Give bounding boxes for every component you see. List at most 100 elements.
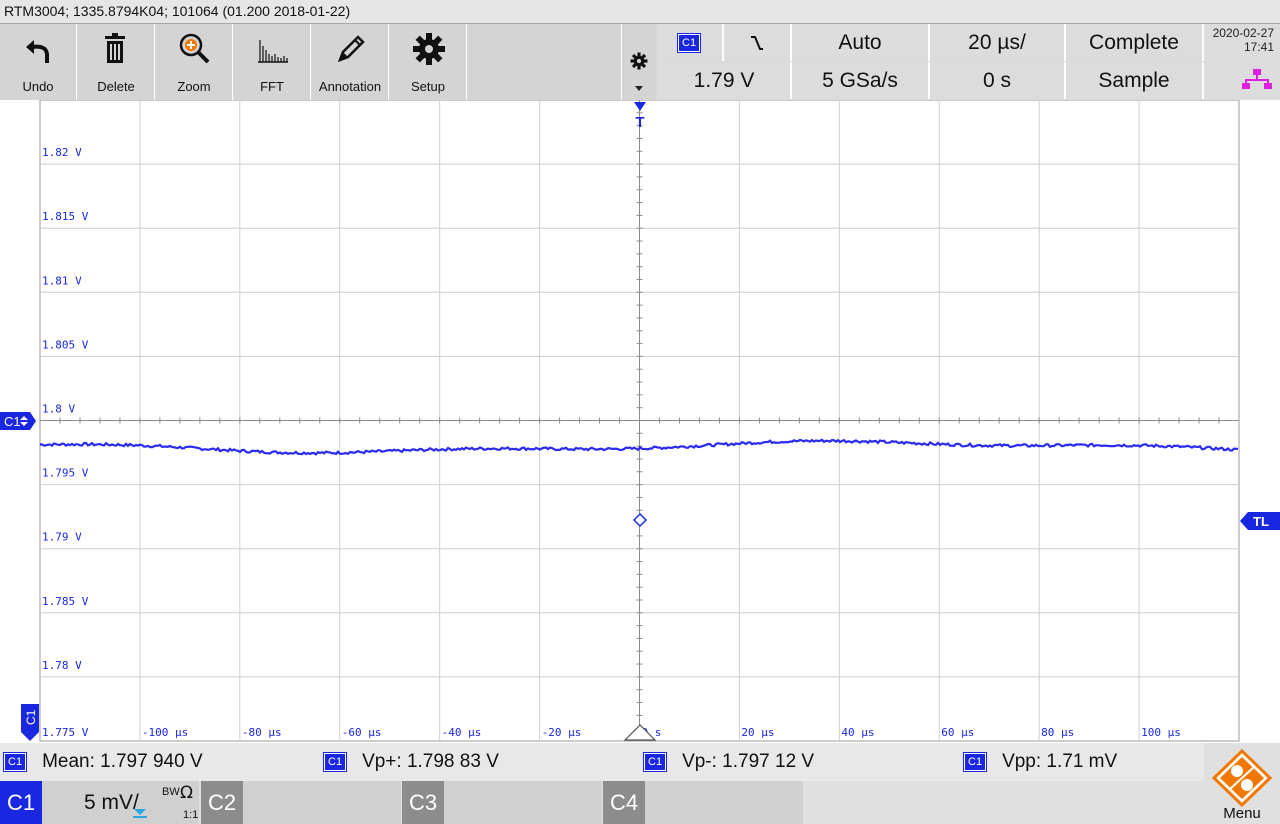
acquisition-mode[interactable]: Sample [1066, 62, 1204, 99]
channel-c1-settings[interactable]: 5 mV/ BW Ω 1:1 [42, 781, 199, 824]
y-axis-label: 1.815 V [42, 210, 89, 223]
y-axis-label: 1.795 V [42, 467, 89, 480]
network-icon [1242, 69, 1272, 89]
delete-button[interactable]: Delete [78, 24, 155, 100]
trigger-slope[interactable] [724, 24, 792, 61]
window-title: RTM3004; 1335.8794K04; 101064 (01.200 20… [4, 3, 351, 19]
horizontal-position[interactable]: 0 s [930, 62, 1066, 99]
y-axis-label: 1.785 V [42, 595, 89, 608]
falling-edge-icon [751, 35, 763, 50]
timebase-scale[interactable]: 20 µs/ [930, 24, 1066, 61]
measurement-bar: C1 Mean: 1.797 940 V C1 Vp+: 1.798 83 V … [0, 743, 1280, 781]
undo-icon [26, 40, 49, 63]
x-axis-label: -20 µs [542, 726, 582, 739]
sample-rate[interactable]: 5 GSa/s [792, 62, 930, 99]
x-axis-label: 40 µs [841, 726, 874, 739]
waveform-display[interactable]: 1.82 V 1.815 V 1.81 V 1.805 V 1.8 V 1.795 V 1.… [0, 100, 1280, 742]
y-axis-label: 1.775 V [42, 726, 89, 739]
window-titlebar: RTM3004; 1335.8794K04; 101064 (01.200 20… [0, 0, 1280, 24]
channel-bar: C1 5 mV/ BW Ω 1:1 C2 C3 C4 [0, 781, 1280, 824]
setup-button[interactable]: Setup [390, 24, 467, 100]
channel-bottom-tag-label: C1 [24, 709, 38, 725]
trash-icon [105, 33, 125, 63]
fft-button[interactable]: FFT [234, 24, 311, 100]
date-text: 2020-02-27 [1212, 26, 1274, 40]
trigger-channel-badge: C1 [676, 32, 702, 53]
measurement-channel-badge: C1 [962, 752, 988, 772]
c1-vertical-scale: 5 mV/ [84, 791, 139, 814]
fft-label: FFT [260, 79, 284, 94]
gear-icon [413, 33, 445, 65]
channel-c1-button[interactable]: C1 [0, 781, 42, 824]
setup-label: Setup [411, 79, 445, 94]
trigger-source[interactable]: C1 [658, 24, 724, 61]
trigger-mode[interactable]: Auto [792, 24, 930, 61]
chevron-down-icon [635, 86, 643, 91]
time-text: 17:41 [1243, 40, 1274, 54]
toolbar-empty-slot [468, 24, 622, 100]
x-axis-label: -60 µs [342, 726, 382, 739]
y-axis-label: 1.805 V [42, 338, 89, 351]
channel-marker-label: C1 [4, 414, 21, 429]
x-axis-label: -80 µs [242, 726, 282, 739]
x-axis-label: -40 µs [442, 726, 482, 739]
channel-c2-button[interactable]: C2 [201, 781, 243, 824]
channel-c4-settings[interactable] [645, 781, 803, 824]
x-axis-label: -100 µs [142, 726, 188, 739]
annotation-label: Annotation [318, 79, 382, 94]
channel-c3-settings[interactable] [444, 781, 602, 824]
measurement-mean[interactable]: C1 Mean: 1.797 940 V [2, 743, 203, 781]
vp-minus-value: Vp-: 1.797 12 V [682, 751, 815, 772]
mean-value: Mean: 1.797 940 V [42, 751, 203, 772]
y-axis-label: 1.82 V [42, 146, 82, 159]
probe-ratio: 1:1 [183, 809, 199, 821]
x-axis-label: 20 µs [741, 726, 774, 739]
channel-c3-button[interactable]: C3 [402, 781, 444, 824]
measurement-vp-minus[interactable]: C1 Vp-: 1.797 12 V [642, 743, 815, 781]
y-axis-label: 1.79 V [42, 531, 82, 544]
x-axis-label: 80 µs [1041, 726, 1074, 739]
x-axis-label: 60 µs [941, 726, 974, 739]
measurement-vp-plus[interactable]: C1 Vp+: 1.798 83 V [322, 743, 499, 781]
trigger-marker-label: T [635, 114, 644, 131]
rs-logo-icon [1211, 749, 1273, 807]
channel-bottom-tag: C1 [21, 704, 39, 741]
channel-c4-button[interactable]: C4 [603, 781, 645, 824]
acquisition-status[interactable]: Complete [1066, 24, 1204, 61]
measurement-vpp[interactable]: C1 Vpp: 1.71 mV [962, 743, 1118, 781]
vpp-value: Vpp: 1.71 mV [1002, 751, 1118, 772]
trigger-point-icon [632, 512, 648, 528]
trigger-level[interactable]: 1.79 V [658, 62, 792, 99]
y-axis-label: 1.78 V [42, 659, 82, 672]
pencil-icon [337, 35, 365, 63]
termination-ohm-icon: Ω [180, 783, 193, 803]
datetime-panel: 2020-02-27 17:41 [1204, 24, 1280, 100]
trigger-level-marker[interactable]: TL [1240, 512, 1280, 530]
undo-label: Undo [22, 79, 54, 94]
zoom-label: Zoom [177, 79, 211, 94]
gear-icon [630, 52, 648, 70]
channel-offset-marker[interactable]: C1 [0, 412, 36, 430]
vp-plus-value: Vp+: 1.798 83 V [362, 751, 499, 772]
bandwidth-label: BW [162, 786, 180, 798]
zoom-button[interactable]: Zoom [156, 24, 233, 100]
trigger-level-marker-label: TL [1253, 514, 1269, 529]
waveform-grid: 1.82 V 1.815 V 1.81 V 1.805 V 1.8 V 1.795 V 1.… [0, 100, 1280, 742]
undo-button[interactable]: Undo [0, 24, 77, 100]
measurement-channel-badge: C1 [2, 752, 28, 772]
trigger-position-marker[interactable]: T [634, 102, 646, 131]
y-axis-label: 1.81 V [42, 274, 82, 287]
annotation-button[interactable]: Annotation [312, 24, 389, 100]
menu-button[interactable]: Menu [1204, 743, 1280, 824]
zoom-icon [179, 33, 210, 64]
x-axis-label: 100 µs [1141, 726, 1181, 739]
measurement-channel-badge: C1 [322, 752, 348, 772]
y-axis-label: 1.8 V [42, 403, 75, 416]
delete-label: Delete [97, 79, 135, 94]
coupling-icon [133, 809, 147, 818]
menu-label: Menu [1223, 805, 1261, 822]
channel-c2-settings[interactable] [243, 781, 401, 824]
measurement-channel-badge: C1 [642, 752, 668, 772]
quick-settings-button[interactable] [622, 24, 656, 100]
fft-icon [258, 40, 288, 63]
